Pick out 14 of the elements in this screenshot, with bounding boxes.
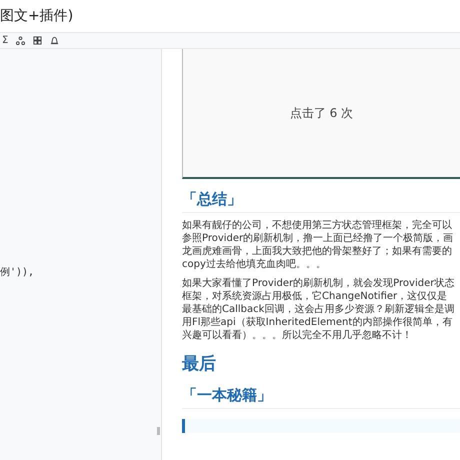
- section-heading: 「一本秘籍」: [182, 386, 272, 404]
- section-heading: 「总结」: [182, 190, 242, 208]
- bell-icon[interactable]: [50, 36, 60, 45]
- editor-pane[interactable]: 例')),: [0, 49, 162, 460]
- scrollbar-thumb[interactable]: [157, 427, 160, 435]
- paragraph: 如果大家看懂了Provider的刷新机制，就会发现Provider状态框架，对系统资源占用极低，它ChangeNotifier，这仅仅是最基础的Callback回调，这会占用多少资源？刷新逻辑全是调用Fl那些api（获取InheritedElement的内部操作很简单，有兴趣可以看看）。。。所以完全不用几乎忽略不计！: [182, 277, 456, 342]
- chapter-heading: 最后: [182, 353, 217, 375]
- grid-icon[interactable]: [33, 36, 42, 45]
- formula-button[interactable]: Σ: [2, 36, 8, 46]
- code-line: 例')),: [0, 266, 34, 279]
- diagram-icon[interactable]: [16, 36, 26, 45]
- document-title: 图文+插件): [0, 7, 74, 25]
- click-count-text: 点击了 6 次: [290, 104, 354, 122]
- paragraph: 如果有靓仔的公司，不想使用第三方状态管理框架，完全可以参照Provider的刷新机制，撸一上面已经撸了一个极简版，画龙画虎难画骨，上面我大致把他的骨架整好了；如果有需要的copy过去给他填充血肉吧。。。: [182, 219, 454, 271]
